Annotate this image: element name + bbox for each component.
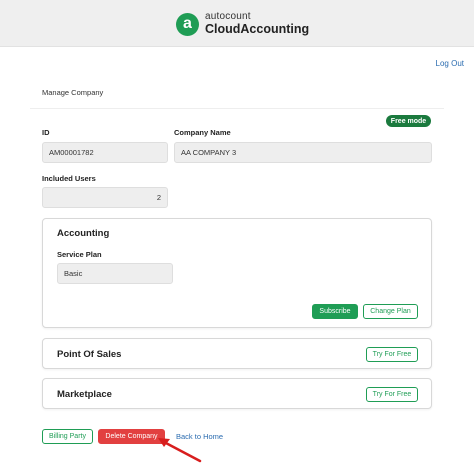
point-of-sales-title: Point Of Sales [57, 349, 122, 360]
brand-text: autocount CloudAccounting [205, 12, 309, 36]
marketplace-title: Marketplace [57, 389, 112, 400]
pos-try-for-free-button[interactable]: Try For Free [366, 347, 418, 362]
red-arrow-annotation-icon [158, 438, 202, 463]
service-plan-field[interactable]: Basic [57, 263, 173, 284]
top-bar: a autocount CloudAccounting [0, 0, 474, 47]
point-of-sales-card: Point Of Sales Try For Free [42, 338, 432, 369]
id-field[interactable]: AM00001782 [42, 142, 168, 163]
change-plan-button[interactable]: Change Plan [363, 304, 418, 319]
brand-product: CloudAccounting [205, 22, 310, 37]
company-name-field[interactable]: AA COMPANY 3 [174, 142, 432, 163]
brand-name: autocount [205, 11, 251, 23]
subscribe-button[interactable]: Subscribe [312, 304, 358, 319]
divider [30, 108, 444, 109]
marketplace-try-for-free-button[interactable]: Try For Free [366, 387, 418, 402]
page-title: Manage Company [42, 88, 104, 97]
billing-party-button[interactable]: Billing Party [42, 429, 93, 444]
company-name-label: Company Name [174, 128, 231, 137]
accounting-card: Accounting Service Plan Basic Subscribe … [42, 218, 432, 328]
service-plan-label: Service Plan [57, 250, 102, 259]
logout-link[interactable]: Log Out [436, 59, 464, 68]
id-label: ID [42, 128, 50, 137]
brand-logo[interactable]: a autocount CloudAccounting [176, 10, 309, 38]
marketplace-card: Marketplace Try For Free [42, 378, 432, 409]
free-mode-badge: Free mode [386, 115, 431, 127]
included-users-label: Included Users [42, 174, 96, 183]
included-users-field[interactable]: 2 [42, 187, 168, 208]
accounting-title: Accounting [57, 228, 110, 239]
autocount-logo-icon: a [176, 12, 199, 36]
